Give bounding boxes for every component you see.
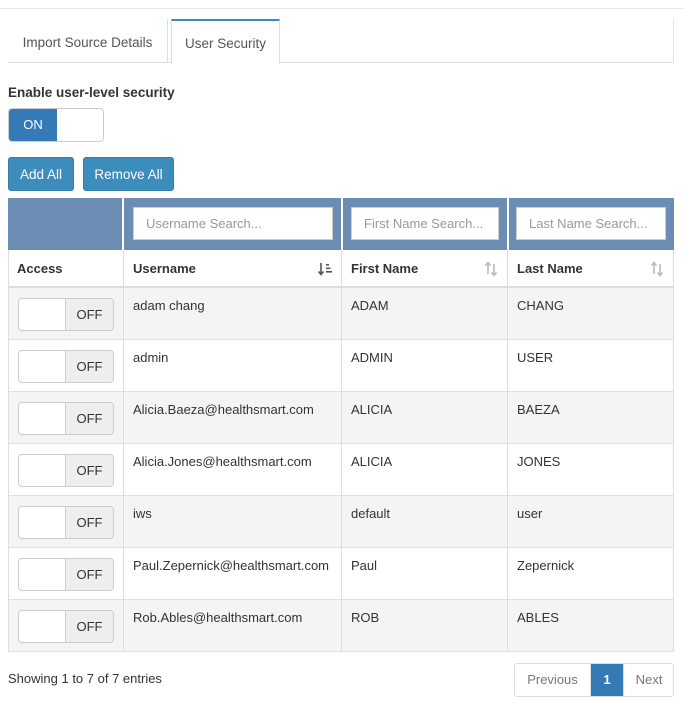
username-cell: Paul.Zepernick@healthsmart.com	[133, 558, 329, 573]
first-name-cell: ROB	[351, 610, 380, 625]
username-cell: Alicia.Baeza@healthsmart.com	[133, 402, 314, 417]
access-cell: OFF	[8, 548, 123, 600]
remove-all-button[interactable]: Remove All	[83, 157, 174, 191]
username-cell: iws	[133, 506, 152, 521]
entries-info: Showing 1 to 7 of 7 entries	[8, 671, 162, 686]
last-name-cell: user	[517, 506, 543, 521]
first-name-cell: default	[351, 506, 391, 521]
access-cell: OFF	[8, 444, 123, 496]
username-cell: admin	[133, 350, 169, 365]
access-toggle[interactable]: OFF	[18, 402, 114, 435]
sort-ascending-icon[interactable]	[315, 250, 335, 288]
last-name-cell: BAEZA	[517, 402, 560, 417]
tab-user-security[interactable]: User Security	[171, 19, 280, 64]
last-name-filter-cell	[507, 198, 674, 250]
tab-bar-edge	[673, 19, 674, 63]
tab-bar: Import Source Details User Security	[8, 19, 674, 64]
access-toggle[interactable]: OFF	[18, 506, 114, 539]
first-name-cell: Paul	[351, 558, 378, 573]
first-name-filter-cell	[341, 198, 507, 250]
username-filter-cell	[122, 198, 341, 250]
access-toggle[interactable]: OFF	[18, 558, 114, 591]
access-cell: OFF	[8, 600, 123, 652]
last-name-cell: CHANG	[517, 298, 564, 313]
last-name-cell: Zepernick	[517, 558, 575, 573]
add-all-button[interactable]: Add All	[8, 157, 74, 191]
enable-security-label: Enable user-level security	[8, 85, 175, 100]
toggle-on-label: ON	[9, 109, 57, 141]
table-left-border	[8, 250, 9, 652]
toggle-off-label: OFF	[65, 559, 113, 590]
column-header-access: Access	[17, 261, 63, 276]
column-divider	[123, 250, 124, 652]
filter-row	[8, 198, 674, 250]
enable-security-toggle[interactable]: ON	[8, 108, 104, 142]
first-name-cell: ADMIN	[351, 350, 393, 365]
toggle-off-label: OFF	[65, 351, 113, 382]
last-name-cell: USER	[517, 350, 554, 365]
sort-both-icon[interactable]	[647, 250, 667, 288]
access-cell: OFF	[8, 340, 123, 392]
column-divider	[341, 250, 342, 652]
first-name-cell: ALICIA	[351, 454, 393, 469]
first-name-search-input[interactable]	[351, 207, 499, 240]
toggle-off-label: OFF	[65, 455, 113, 486]
pagination: Previous 1 Next	[514, 663, 674, 697]
toggle-off-label: OFF	[65, 299, 113, 330]
last-name-cell: JONES	[517, 454, 561, 469]
access-cell: OFF	[8, 392, 123, 444]
page-1-button[interactable]: 1	[591, 664, 623, 696]
first-name-cell: ALICIA	[351, 402, 393, 417]
username-cell: Rob.Ables@healthsmart.com	[133, 610, 303, 625]
tab-import-source-details[interactable]: Import Source Details	[8, 19, 168, 63]
username-cell: Alicia.Jones@healthsmart.com	[133, 454, 312, 469]
next-page-button[interactable]: Next	[623, 664, 673, 696]
top-divider	[0, 8, 684, 9]
username-cell: adam chang	[133, 298, 205, 313]
toggle-off-label: OFF	[65, 507, 113, 538]
access-toggle[interactable]: OFF	[18, 454, 114, 487]
column-divider	[507, 250, 508, 652]
first-name-cell: ADAM	[351, 298, 389, 313]
toggle-off-label: OFF	[65, 403, 113, 434]
toggle-off-label: OFF	[65, 611, 113, 642]
last-name-cell: ABLES	[517, 610, 559, 625]
access-toggle[interactable]: OFF	[18, 298, 114, 331]
access-cell: OFF	[8, 288, 123, 340]
sort-both-icon[interactable]	[481, 250, 501, 288]
access-toggle[interactable]: OFF	[18, 350, 114, 383]
last-name-search-input[interactable]	[516, 207, 666, 240]
table-right-border	[673, 250, 674, 652]
column-header-username[interactable]: Username	[124, 250, 341, 288]
access-cell: OFF	[8, 496, 123, 548]
previous-page-button[interactable]: Previous	[515, 664, 591, 696]
access-toggle[interactable]: OFF	[18, 610, 114, 643]
username-search-input[interactable]	[133, 207, 333, 240]
